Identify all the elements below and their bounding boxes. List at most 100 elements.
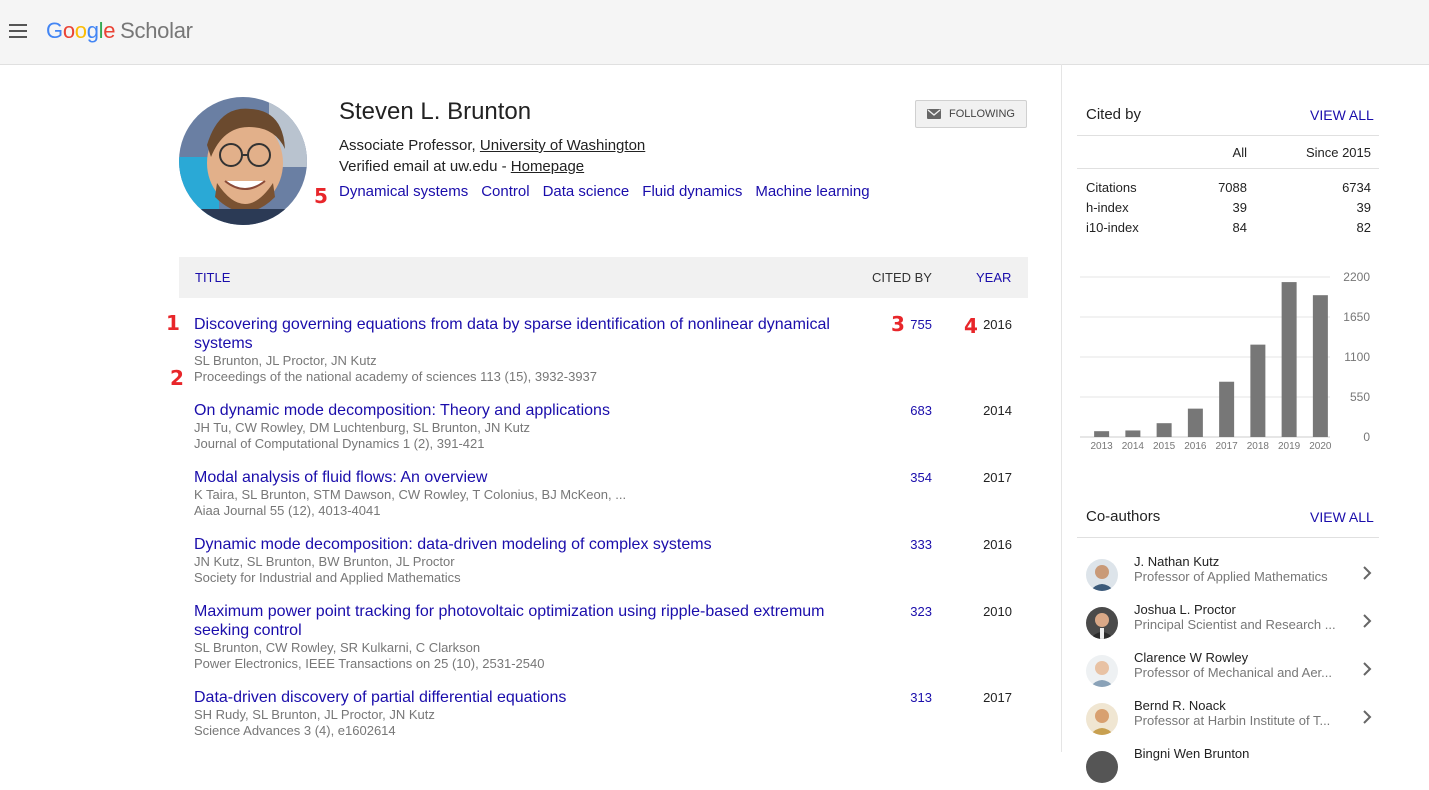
divider [1077, 168, 1379, 169]
cited-by-heading: Cited by [1086, 106, 1142, 123]
publication-year: 2014 [983, 403, 1012, 418]
publication-title[interactable]: Maximum power point tracking for photovo… [194, 602, 844, 640]
x-tick-label: 2017 [1216, 441, 1239, 452]
coauthor-avatar [1086, 655, 1118, 687]
profile-affiliation: Associate Professor, University of Washi… [339, 137, 646, 154]
publication-title[interactable]: Data-driven discovery of partial differe… [194, 688, 844, 707]
publication-venue: Journal of Computational Dynamics 1 (2),… [194, 436, 485, 451]
citation-bar[interactable] [1187, 408, 1203, 437]
profile-email: Verified email at uw.edu - Homepage [339, 158, 585, 175]
sort-by-year[interactable]: YEAR [976, 270, 1011, 285]
publication-title[interactable]: Dynamic mode decomposition: data-driven … [194, 535, 844, 554]
coauthor-name: Bernd R. Noack [1134, 698, 1226, 713]
research-interests: Dynamical systems Control Data science Flui… [339, 183, 883, 200]
coauthor-item[interactable]: J. Nathan Kutz Professor of Applied Math… [1078, 552, 1378, 598]
publication-authors: JH Tu, CW Rowley, DM Luchtenburg, SL Bru… [194, 420, 530, 435]
publication-row: Discovering governing equations from dat… [194, 315, 1024, 385]
publication-title[interactable]: Discovering governing equations from dat… [194, 315, 844, 353]
cited-by-view-all-link[interactable]: VIEW ALL [1310, 107, 1374, 123]
interest-link[interactable]: Control [481, 183, 529, 200]
publication-venue: Science Advances 3 (4), e1602614 [194, 723, 396, 738]
interest-link[interactable]: Dynamical systems [339, 183, 468, 200]
x-tick-label: 2019 [1278, 441, 1301, 452]
publication-title[interactable]: Modal analysis of fluid flows: An overvi… [194, 468, 844, 487]
cited-count[interactable]: 323 [894, 604, 932, 619]
coauthor-item[interactable]: Bingni Wen Brunton [1078, 744, 1378, 790]
chevron-right-icon [1363, 566, 1372, 580]
cited-count[interactable]: 683 [894, 403, 932, 418]
chevron-right-icon [1363, 710, 1372, 724]
coauthor-name: Clarence W Rowley [1134, 650, 1249, 665]
stat-label: h-index [1086, 200, 1129, 215]
citation-bar[interactable] [1281, 282, 1297, 437]
stat-since: 82 [1356, 220, 1371, 235]
google-scholar-logo[interactable]: Google Scholar [46, 18, 193, 44]
following-button[interactable]: FOLLOWING [915, 100, 1027, 128]
affiliation-link[interactable]: University of Washington [480, 137, 645, 154]
cited-count[interactable]: 313 [894, 690, 932, 705]
citation-bar[interactable] [1156, 423, 1172, 437]
y-tick-label: 1650 [1343, 310, 1370, 324]
stat-since: 6734 [1342, 180, 1371, 195]
cited-by-header: CITED BY [872, 270, 932, 285]
publication-row: Modal analysis of fluid flows: An overvi… [194, 468, 1024, 519]
annotation-marker: 2 [170, 366, 184, 390]
annotation-marker: 5 [314, 184, 328, 208]
publication-authors: K Taira, SL Brunton, STM Dawson, CW Rowl… [194, 487, 627, 502]
interest-link[interactable]: Data science [543, 183, 630, 200]
y-tick-label: 550 [1350, 390, 1370, 404]
publication-authors: SL Brunton, JL Proctor, JN Kutz [194, 353, 377, 368]
interest-link[interactable]: Fluid dynamics [642, 183, 742, 200]
coauthors-view-all-link[interactable]: VIEW ALL [1310, 509, 1374, 525]
coauthor-item[interactable]: Joshua L. Proctor Principal Scientist an… [1078, 600, 1378, 646]
col-header-all: All [1232, 145, 1247, 160]
publication-year: 2010 [983, 604, 1012, 619]
chevron-right-icon [1363, 662, 1372, 676]
coauthor-name: J. Nathan Kutz [1134, 554, 1220, 569]
publication-venue: Aiaa Journal 55 (12), 4013-4041 [194, 503, 381, 518]
homepage-link[interactable]: Homepage [511, 158, 584, 175]
coauthor-avatar [1086, 703, 1118, 735]
stat-all: 39 [1232, 200, 1247, 215]
x-tick-label: 2013 [1091, 441, 1114, 452]
publications-table-header: TITLE CITED BY YEAR [179, 257, 1028, 298]
citation-bar[interactable] [1125, 430, 1141, 437]
chevron-right-icon [1363, 614, 1372, 628]
publication-title[interactable]: On dynamic mode decomposition: Theory an… [194, 401, 844, 420]
cited-count[interactable]: 755 [894, 317, 932, 332]
publication-authors: JN Kutz, SL Brunton, BW Brunton, JL Proc… [194, 554, 455, 569]
x-tick-label: 2018 [1247, 441, 1270, 452]
coauthor-item[interactable]: Bernd R. Noack Professor at Harbin Insti… [1078, 696, 1378, 742]
citation-bar[interactable] [1219, 381, 1235, 437]
publication-authors: SL Brunton, CW Rowley, SR Kulkarni, C Cl… [194, 640, 481, 655]
citation-bar[interactable] [1312, 295, 1328, 437]
coauthor-name: Bingni Wen Brunton [1134, 746, 1250, 761]
mail-icon [926, 109, 941, 119]
coauthor-avatar [1086, 559, 1118, 591]
coauthor-affiliation: Professor of Mechanical and Aer... [1134, 665, 1332, 680]
coauthor-avatar [1086, 607, 1118, 639]
publication-row: Maximum power point tracking for photovo… [194, 602, 1024, 672]
citation-bar[interactable] [1250, 344, 1266, 437]
cited-count[interactable]: 333 [894, 537, 932, 552]
coauthor-item[interactable]: Clarence W Rowley Professor of Mechanica… [1078, 648, 1378, 694]
x-tick-label: 2014 [1122, 441, 1145, 452]
coauthor-name: Joshua L. Proctor [1134, 602, 1236, 617]
publication-year: 2017 [983, 470, 1012, 485]
hamburger-menu-icon[interactable] [9, 24, 27, 38]
coauthors-heading: Co-authors [1086, 508, 1161, 525]
citations-bar-chart: 0 550 1100 1650 2200 2013 2014 2015 2016 2017 2018… [1080, 270, 1370, 452]
publication-year: 2016 [983, 317, 1012, 332]
cited-count[interactable]: 354 [894, 470, 932, 485]
divider [1077, 135, 1379, 136]
divider [1077, 537, 1379, 538]
stat-label: i10-index [1086, 220, 1139, 235]
publication-venue: Power Electronics, IEEE Transactions on … [194, 656, 545, 671]
x-tick-label: 2020 [1309, 441, 1332, 452]
stat-all: 84 [1232, 220, 1247, 235]
y-tick-label: 0 [1363, 430, 1370, 444]
interest-link[interactable]: Machine learning [755, 183, 869, 200]
y-tick-label: 2200 [1343, 270, 1370, 284]
citation-bar[interactable] [1094, 431, 1110, 437]
sort-by-title[interactable]: TITLE [195, 270, 230, 285]
